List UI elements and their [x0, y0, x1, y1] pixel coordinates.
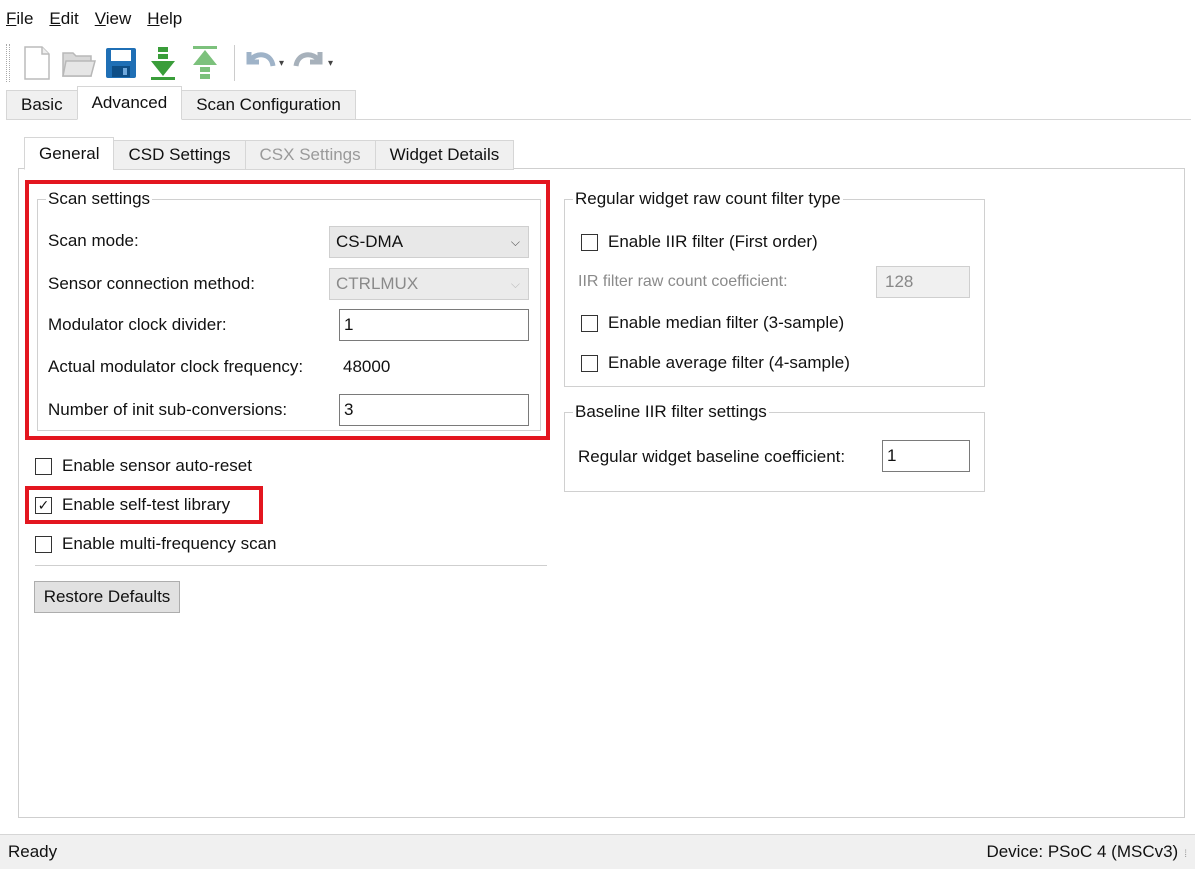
actual-frequency-label: Actual modulator clock frequency:	[48, 357, 304, 376]
tab-content-area: General CSD Settings CSX Settings Widget…	[6, 119, 1191, 834]
auto-reset-checkbox[interactable]: Enable sensor auto-reset	[35, 456, 252, 476]
baseline-coefficient-value: 1	[887, 446, 897, 465]
menu-view-label: iew	[105, 9, 132, 28]
self-test-label: Enable self-test library	[62, 495, 231, 514]
chevron-down-icon: ⌵	[510, 235, 520, 249]
sub-tab-bar: General CSD Settings CSX Settings Widget…	[24, 137, 515, 170]
baseline-coefficient-input[interactable]: 1	[882, 440, 970, 472]
redo-icon[interactable]	[290, 42, 328, 84]
median-filter-label: Enable median filter (3-sample)	[608, 313, 845, 332]
modulator-clock-divider-label: Modulator clock divider:	[48, 315, 227, 334]
menu-file[interactable]: File	[6, 9, 33, 29]
iir-coefficient-label: IIR filter raw count coefficient:	[578, 273, 788, 290]
menu-help-label: elp	[159, 9, 183, 28]
iir-filter-label: Enable IIR filter (First order)	[608, 232, 818, 251]
iir-coefficient-input: 128	[876, 266, 970, 298]
scan-mode-select[interactable]: CS-DMA ⌵	[329, 226, 529, 258]
scan-settings-title: Scan settings	[46, 189, 153, 209]
redo-dropdown-arrow[interactable]: ▾	[328, 58, 333, 69]
tab-basic[interactable]: Basic	[6, 90, 78, 120]
tab-scan-configuration[interactable]: Scan Configuration	[181, 90, 356, 120]
multi-frequency-label: Enable multi-frequency scan	[62, 534, 277, 553]
top-tab-bar: Basic Advanced Scan Configuration	[6, 86, 356, 120]
init-subconversions-value: 3	[344, 400, 354, 419]
scan-mode-label: Scan mode:	[48, 231, 139, 250]
sensor-connection-value: CTRLMUX	[336, 274, 419, 293]
menu-view-accel: V	[94, 9, 106, 28]
checkbox-box: ✓	[35, 496, 52, 514]
divider	[35, 565, 547, 566]
iir-filter-checkbox[interactable]: Enable IIR filter (First order)	[581, 232, 818, 252]
tab-advanced[interactable]: Advanced	[76, 86, 183, 120]
checkbox-box	[581, 354, 598, 372]
menu-edit[interactable]: Edit	[49, 9, 78, 29]
menu-help[interactable]: Help	[147, 9, 182, 29]
export-icon[interactable]	[186, 42, 224, 84]
menu-file-accel: F	[6, 9, 17, 28]
menu-file-label: ile	[16, 9, 34, 28]
checkmark-icon: ✓	[37, 497, 50, 513]
init-subconversions-input[interactable]: 3	[339, 394, 529, 426]
restore-defaults-button[interactable]: Restore Defaults	[34, 581, 180, 613]
toolbar: ▾ ▾	[0, 38, 1195, 88]
status-text: Ready	[8, 842, 58, 861]
sensor-connection-label: Sensor connection method:	[48, 274, 255, 293]
menu-view[interactable]: View	[95, 9, 132, 29]
status-device-group: Device: PSoC 4 (MSCv3) ⁞	[986, 842, 1187, 862]
save-icon[interactable]	[102, 42, 140, 84]
actual-frequency-value: 48000	[343, 357, 391, 376]
sensor-connection-select: CTRLMUX ⌵	[329, 268, 529, 300]
status-bar: Ready Device: PSoC 4 (MSCv3) ⁞	[0, 834, 1195, 869]
iir-coefficient-value: 128	[885, 272, 914, 291]
device-label: Device: PSoC 4 (MSCv3)	[986, 842, 1179, 861]
modulator-clock-divider-input[interactable]: 1	[339, 309, 529, 341]
checkbox-box	[35, 457, 52, 475]
checkbox-box	[581, 314, 598, 332]
modulator-clock-divider-value: 1	[344, 315, 354, 334]
menu-help-accel: H	[147, 9, 160, 28]
self-test-checkbox[interactable]: ✓ Enable self-test library	[35, 495, 230, 515]
new-file-icon[interactable]	[18, 42, 56, 84]
undo-icon[interactable]	[241, 42, 279, 84]
raw-count-filter-title: Regular widget raw count filter type	[573, 189, 843, 209]
import-icon[interactable]	[144, 42, 182, 84]
chevron-down-icon: ⌵	[510, 277, 520, 291]
undo-dropdown-arrow[interactable]: ▾	[279, 58, 284, 69]
median-filter-checkbox[interactable]: Enable median filter (3-sample)	[581, 313, 844, 333]
average-filter-label: Enable average filter (4-sample)	[608, 353, 850, 372]
checkbox-box	[35, 535, 52, 553]
open-folder-icon[interactable]	[60, 42, 98, 84]
checkbox-box	[581, 233, 598, 251]
auto-reset-label: Enable sensor auto-reset	[62, 456, 252, 475]
menu-edit-label: dit	[60, 9, 79, 28]
scan-mode-value: CS-DMA	[336, 232, 404, 251]
toolbar-separator	[234, 45, 235, 81]
baseline-filter-title: Baseline IIR filter settings	[573, 402, 769, 422]
tab-general[interactable]: General	[24, 137, 115, 170]
menu-edit-accel: E	[49, 9, 61, 28]
multi-frequency-checkbox[interactable]: Enable multi-frequency scan	[35, 534, 277, 554]
menu-bar: File Edit View Help	[0, 0, 1195, 38]
size-grip-icon[interactable]: ⁞	[1184, 849, 1187, 860]
average-filter-checkbox[interactable]: Enable average filter (4-sample)	[581, 353, 850, 373]
tab-widget-details[interactable]: Widget Details	[374, 140, 515, 170]
tab-csx-settings: CSX Settings	[244, 140, 376, 170]
toolbar-grip[interactable]	[6, 44, 10, 82]
baseline-coefficient-label: Regular widget baseline coefficient:	[578, 447, 846, 466]
init-subconversions-label: Number of init sub-conversions:	[48, 400, 288, 419]
tab-csd-settings[interactable]: CSD Settings	[113, 140, 246, 170]
